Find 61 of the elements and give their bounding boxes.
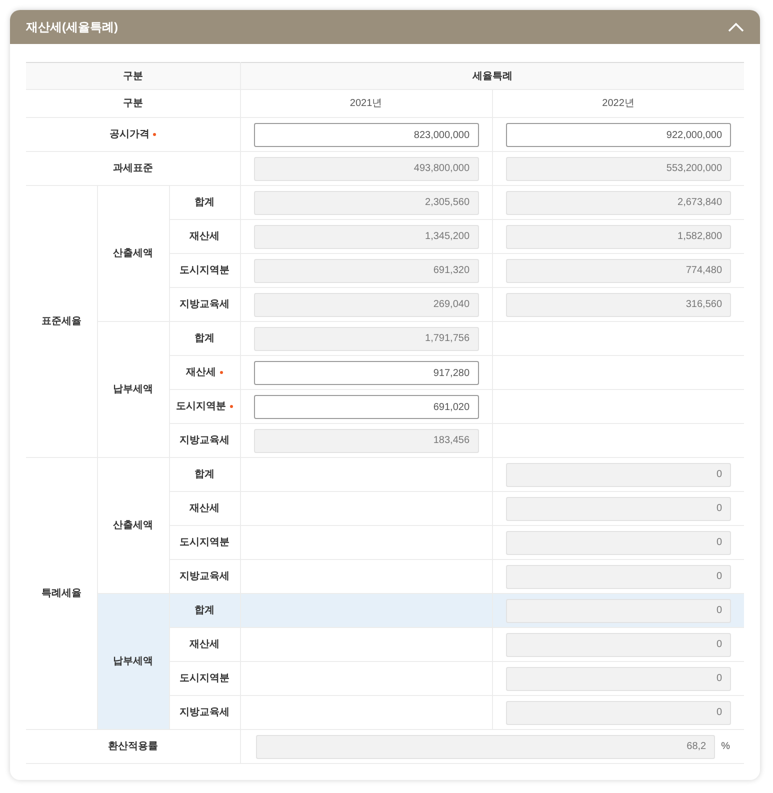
- amount-field: 774,480: [506, 258, 732, 282]
- amount-field: 1,791,756: [254, 326, 479, 350]
- amount-input[interactable]: 691,020: [254, 395, 479, 420]
- required-mark: [153, 132, 156, 136]
- row-label: 지방교육세: [180, 571, 230, 582]
- row-label: 합계: [194, 605, 214, 616]
- column-header: 구분: [122, 70, 143, 82]
- year-header: 2021년: [350, 98, 382, 109]
- row-label: 도시지역분: [180, 673, 230, 684]
- unit-label: %: [721, 740, 730, 754]
- row-label: 환산적용률: [108, 741, 158, 752]
- amount-field: 691,320: [254, 258, 479, 282]
- amount-field: 0: [506, 632, 732, 656]
- amount-field: 1,582,800: [506, 224, 732, 248]
- row-label: 합계: [194, 197, 214, 208]
- subgroup-label: 산출세액: [113, 520, 153, 531]
- row-label: 지방교육세: [180, 435, 230, 446]
- subgroup-label: 산출세액: [113, 248, 153, 259]
- amount-input[interactable]: 917,280: [254, 361, 479, 386]
- row-label: 공시가격: [109, 129, 150, 140]
- row-label: 과세표준: [112, 163, 153, 174]
- amount-field: 1,345,200: [254, 224, 479, 248]
- row-label: 지방교육세: [180, 299, 230, 310]
- amount-input[interactable]: 922,000,000: [506, 123, 732, 148]
- amount-field: 0: [506, 564, 732, 588]
- required-mark: [230, 404, 233, 408]
- row-label: 재산세: [190, 231, 220, 242]
- amount-field: 0: [506, 598, 732, 622]
- subgroup-label: 납부세액: [113, 656, 153, 667]
- group-label: 표준세율: [41, 316, 82, 327]
- panel-title: 재산세(세율특례): [26, 19, 118, 36]
- row-label: 재산세: [190, 639, 220, 650]
- amount-field: 0: [506, 700, 732, 724]
- row-label: 도시지역분: [180, 537, 230, 548]
- amount-field: 0: [506, 666, 732, 690]
- row-label: 지방교육세: [180, 707, 230, 718]
- row-label: 도시지역분: [180, 265, 230, 276]
- chevron-icon[interactable]: [728, 22, 744, 32]
- row-label: 재산세: [190, 503, 220, 514]
- year-header: 2022년: [602, 98, 634, 109]
- row-label: 합계: [194, 333, 214, 344]
- amount-input[interactable]: 823,000,000: [254, 123, 479, 148]
- amount-field: 0: [506, 462, 732, 486]
- row-label: 합계: [194, 469, 214, 480]
- amount-field: 2,305,560: [254, 190, 479, 214]
- required-mark: [220, 370, 223, 374]
- group-label: 특례세율: [41, 588, 82, 599]
- amount-field: 493,800,000: [254, 156, 479, 180]
- amount-field: 2,673,840: [506, 190, 732, 214]
- amount-field: 183,456: [254, 428, 479, 452]
- amount-field: 553,200,000: [506, 156, 732, 180]
- row-label: 재산세: [186, 367, 216, 378]
- amount-field: 269,040: [254, 292, 479, 316]
- amount-field: 316,560: [506, 292, 732, 316]
- subgroup-label: 납부세액: [113, 384, 153, 395]
- rate-field: 68,2: [256, 734, 716, 758]
- amount-field: 0: [506, 496, 732, 520]
- row-label: 도시지역분: [176, 401, 226, 412]
- column-header: 세율특례: [472, 70, 512, 82]
- column-header: 구분: [122, 98, 143, 109]
- amount-field: 0: [506, 530, 732, 554]
